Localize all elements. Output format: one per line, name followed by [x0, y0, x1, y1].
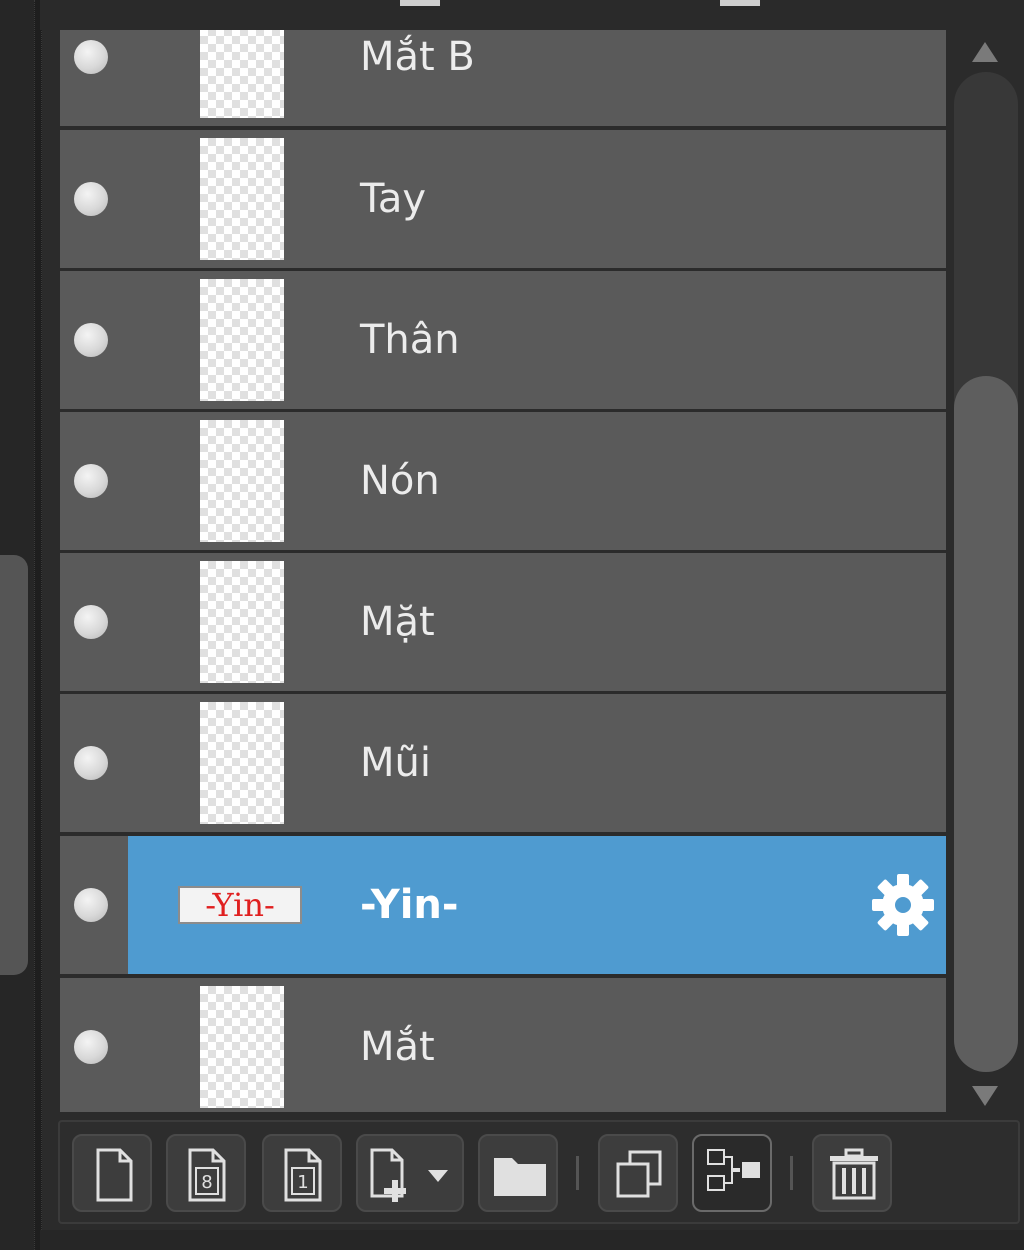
layer-row[interactable]: Mặt: [60, 553, 946, 691]
page-1-icon: 1: [284, 1148, 322, 1202]
new-folder-button[interactable]: [478, 1134, 558, 1212]
delete-layer-button[interactable]: [812, 1134, 892, 1212]
visibility-toggle[interactable]: [74, 746, 108, 780]
toolbar-divider: [576, 1156, 579, 1190]
layer-row[interactable]: Thân: [60, 271, 946, 409]
layer-name: Mặt: [360, 599, 435, 645]
layer-name: Mắt: [360, 1024, 435, 1070]
duplicate-icon: [616, 1150, 662, 1198]
merge-layer-button[interactable]: [692, 1134, 772, 1212]
layer-name: Mũi: [360, 740, 431, 786]
top-bar-control[interactable]: [720, 0, 760, 6]
layer-name: Nón: [360, 458, 440, 504]
layer-thumbnail: [200, 138, 284, 260]
layer-row[interactable]: Mắt B: [60, 30, 946, 126]
visibility-toggle[interactable]: [74, 605, 108, 639]
visibility-toggle[interactable]: [74, 464, 108, 498]
layer-row[interactable]: Tay: [60, 130, 946, 268]
new-layer-button[interactable]: [72, 1134, 152, 1212]
top-bar-control[interactable]: [400, 0, 440, 6]
layer-list: Mắt B Tay Thân Nón Mặt Mũi -Yin- -Yin- M…: [60, 30, 948, 1112]
folder-icon: [494, 1158, 546, 1196]
page-8-icon: 8: [188, 1148, 226, 1202]
layer-thumbnail: [200, 561, 284, 683]
panel-edge-divider: [34, 0, 42, 1250]
layer-name: Tay: [360, 176, 426, 222]
layer-name: Mắt B: [360, 34, 475, 80]
merge-icon: [707, 1149, 760, 1191]
layer-row-selected[interactable]: -Yin- -Yin-: [60, 836, 946, 974]
layer-name: -Yin-: [360, 882, 459, 928]
scroll-up-arrow-icon[interactable]: [970, 40, 1000, 64]
toolbar-divider: [790, 1156, 793, 1190]
button-label: 1: [297, 1172, 308, 1193]
layer-thumbnail: [200, 420, 284, 542]
visibility-toggle[interactable]: [74, 1030, 108, 1064]
trash-icon: [830, 1148, 878, 1200]
button-label: 8: [201, 1172, 212, 1193]
layer-thumbnail: [200, 986, 284, 1108]
new-1bit-layer-button[interactable]: 1: [262, 1134, 342, 1212]
layer-thumbnail: [200, 702, 284, 824]
page-plus-dropdown-icon: [370, 1148, 448, 1202]
layer-row[interactable]: Nón: [60, 412, 946, 550]
panel-bottom-strip: [40, 1230, 1024, 1250]
new-8bit-layer-button[interactable]: 8: [166, 1134, 246, 1212]
layer-name: Thân: [360, 317, 460, 363]
layer-toolbar: 8 1: [58, 1120, 1020, 1224]
layer-row[interactable]: Mũi: [60, 694, 946, 832]
left-scroll-handle[interactable]: [0, 555, 28, 975]
layer-list-scrollbar[interactable]: [952, 30, 1020, 1112]
panel-top-bar: [40, 0, 1024, 30]
scroll-thumb[interactable]: [954, 376, 1018, 1072]
layer-thumbnail: [200, 279, 284, 401]
gear-icon[interactable]: [870, 872, 936, 938]
visibility-toggle[interactable]: [74, 182, 108, 216]
add-layer-menu-button[interactable]: [356, 1134, 464, 1212]
layer-row[interactable]: Mắt: [60, 978, 946, 1112]
visibility-toggle[interactable]: [74, 40, 108, 74]
scroll-down-arrow-icon[interactable]: [970, 1084, 1000, 1108]
layer-thumbnail: [200, 30, 284, 118]
duplicate-layer-button[interactable]: [598, 1134, 678, 1212]
text-layer-thumbnail: -Yin-: [178, 886, 302, 924]
visibility-toggle[interactable]: [74, 888, 108, 922]
page-icon: [96, 1148, 133, 1202]
visibility-toggle[interactable]: [74, 323, 108, 357]
